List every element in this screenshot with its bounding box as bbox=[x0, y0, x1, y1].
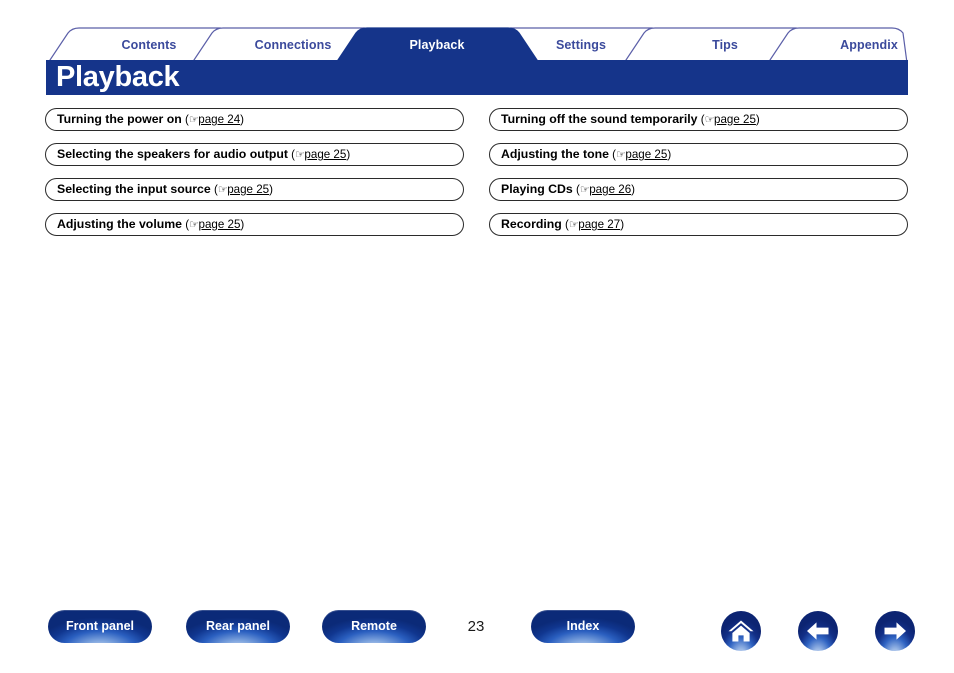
list-item[interactable]: Turning off the sound temporarily (☞page… bbox=[489, 108, 908, 131]
left-arrow-icon-glyph bbox=[807, 622, 829, 640]
link-title: Turning the power on bbox=[57, 112, 182, 126]
home-icon-glyph bbox=[728, 620, 754, 642]
right-arrow-icon-glyph bbox=[884, 622, 906, 640]
front-panel-button[interactable]: Front panel bbox=[48, 610, 152, 643]
index-button[interactable]: Index bbox=[531, 610, 635, 643]
link-page[interactable]: page 26 bbox=[589, 183, 631, 196]
link-ref: (☞page 25) bbox=[608, 148, 672, 161]
list-item[interactable]: Adjusting the tone (☞page 25) bbox=[489, 143, 908, 166]
tab-appendix[interactable]: Appendix bbox=[796, 27, 942, 63]
tab-settings[interactable]: Settings bbox=[508, 27, 654, 63]
link-ref: (☞page 25) bbox=[287, 148, 351, 161]
link-page[interactable]: page 27 bbox=[578, 218, 620, 231]
link-text: Turning off the sound temporarily (☞page… bbox=[501, 109, 896, 130]
link-page[interactable]: page 24 bbox=[198, 113, 240, 126]
tab-tips[interactable]: Tips bbox=[652, 27, 798, 63]
link-title: Recording bbox=[501, 217, 562, 231]
link-column-left: Turning the power on (☞page 24) Selectin… bbox=[45, 108, 464, 248]
link-ref: (☞page 25) bbox=[210, 183, 274, 196]
list-item[interactable]: Selecting the input source (☞page 25) bbox=[45, 178, 464, 201]
link-ref: (☞page 27) bbox=[561, 218, 625, 231]
link-page[interactable]: page 25 bbox=[304, 148, 346, 161]
pointing-hand-icon: ☞ bbox=[188, 113, 199, 126]
list-item[interactable]: Recording (☞page 27) bbox=[489, 213, 908, 236]
link-ref: (☞page 25) bbox=[697, 113, 760, 126]
link-ref: (☞page 24) bbox=[181, 113, 245, 126]
remote-button[interactable]: Remote bbox=[322, 610, 426, 643]
pointing-hand-icon: ☞ bbox=[616, 148, 626, 161]
link-page[interactable]: page 25 bbox=[625, 148, 667, 161]
link-title: Turning off the sound temporarily bbox=[501, 112, 698, 126]
link-text: Adjusting the volume (☞page 25) bbox=[57, 214, 452, 235]
link-ref: (☞page 25) bbox=[182, 218, 245, 231]
link-title: Adjusting the tone bbox=[501, 147, 609, 161]
next-icon[interactable] bbox=[875, 611, 915, 651]
list-item[interactable]: Adjusting the volume (☞page 25) bbox=[45, 213, 464, 236]
back-icon[interactable] bbox=[798, 611, 838, 651]
link-text: Turning the power on (☞page 24) bbox=[57, 109, 452, 130]
rear-panel-button[interactable]: Rear panel bbox=[186, 610, 290, 643]
home-icon[interactable] bbox=[721, 611, 761, 651]
page-title-banner: Playback bbox=[46, 60, 908, 95]
page-title: Playback bbox=[56, 61, 180, 93]
link-text: Playing CDs (☞page 26) bbox=[501, 179, 896, 200]
list-item[interactable]: Playing CDs (☞page 26) bbox=[489, 178, 908, 201]
link-title: Adjusting the volume bbox=[57, 217, 183, 231]
list-item[interactable]: Selecting the speakers for audio output … bbox=[45, 143, 464, 166]
link-text: Selecting the speakers for audio output … bbox=[57, 144, 452, 165]
link-page[interactable]: page 25 bbox=[227, 183, 269, 196]
pointing-hand-icon: ☞ bbox=[217, 183, 228, 196]
pointing-hand-icon: ☞ bbox=[189, 218, 199, 231]
pointing-hand-icon: ☞ bbox=[579, 183, 590, 196]
link-page[interactable]: page 25 bbox=[714, 113, 756, 126]
tab-playback[interactable]: Playback bbox=[364, 27, 510, 63]
link-title: Selecting the speakers for audio output bbox=[57, 147, 288, 161]
link-text: Adjusting the tone (☞page 25) bbox=[501, 144, 896, 165]
link-page[interactable]: page 25 bbox=[199, 218, 241, 231]
link-text: Selecting the input source (☞page 25) bbox=[57, 179, 452, 200]
link-ref: (☞page 26) bbox=[572, 183, 636, 196]
list-item[interactable]: Turning the power on (☞page 24) bbox=[45, 108, 464, 131]
page-number: 23 bbox=[467, 618, 485, 635]
link-text: Recording (☞page 27) bbox=[501, 214, 896, 235]
link-title: Selecting the input source bbox=[57, 182, 211, 196]
tab-connections[interactable]: Connections bbox=[220, 27, 366, 63]
bottom-nav-bar: Front panel Rear panel Remote 23 Index bbox=[0, 606, 954, 652]
link-title: Playing CDs bbox=[501, 182, 573, 196]
pointing-hand-icon: ☞ bbox=[704, 113, 715, 126]
pointing-hand-icon: ☞ bbox=[568, 218, 579, 231]
link-column-right: Turning off the sound temporarily (☞page… bbox=[489, 108, 908, 248]
